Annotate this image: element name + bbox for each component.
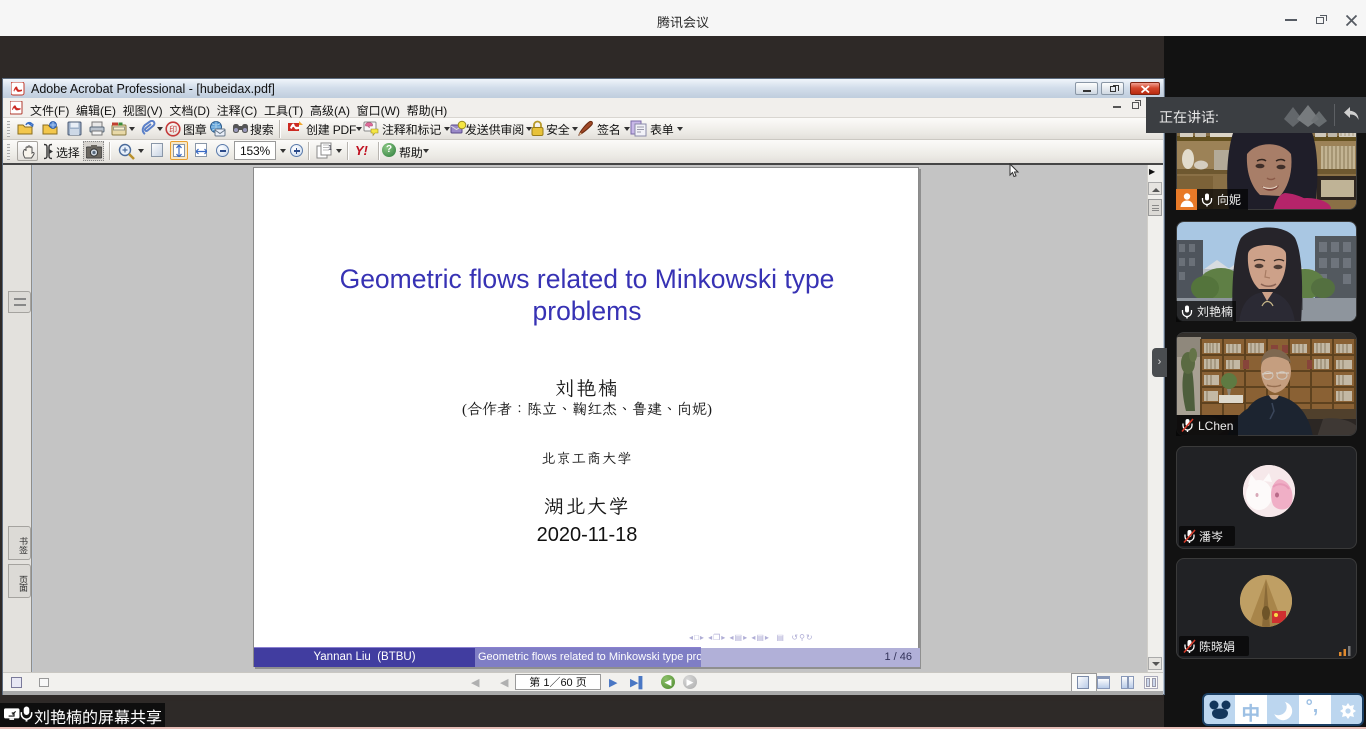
svg-text:印: 印 — [169, 124, 177, 135]
svg-text:1: 1 — [328, 145, 332, 152]
